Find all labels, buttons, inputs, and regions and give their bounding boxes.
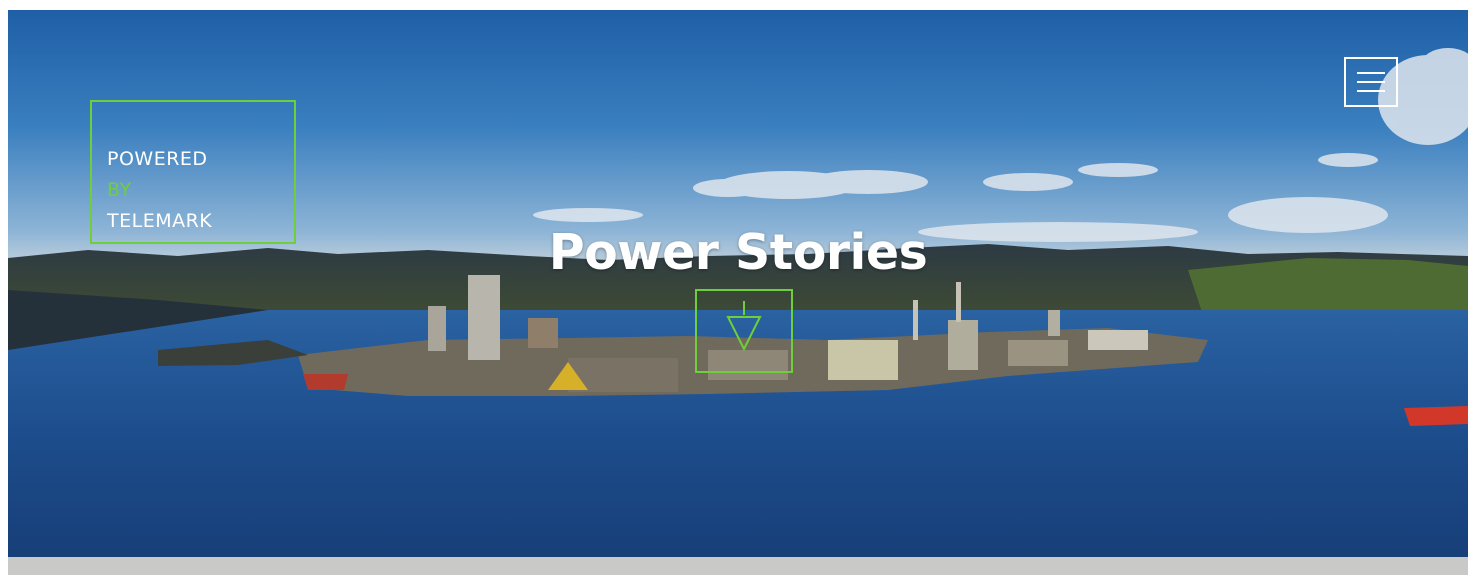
- logo[interactable]: POWERED BY TELEMARK: [90, 100, 296, 244]
- menu-button[interactable]: [1344, 57, 1398, 107]
- logo-line-powered: POWERED: [107, 148, 208, 170]
- scroll-down-button[interactable]: [695, 289, 793, 373]
- hero-banner: POWERED BY TELEMARK Power Stories: [8, 10, 1468, 557]
- bottom-strip: [8, 557, 1468, 575]
- hero-background-image: [8, 10, 1468, 557]
- page: POWERED BY TELEMARK Power Stories: [0, 0, 1468, 575]
- menu-bar: [1357, 81, 1385, 83]
- logo-line-by: BY: [107, 179, 132, 201]
- menu-bar: [1357, 90, 1385, 92]
- arrow-down-icon: [726, 301, 762, 352]
- page-title: Power Stories: [548, 224, 928, 281]
- menu-bar: [1357, 72, 1385, 74]
